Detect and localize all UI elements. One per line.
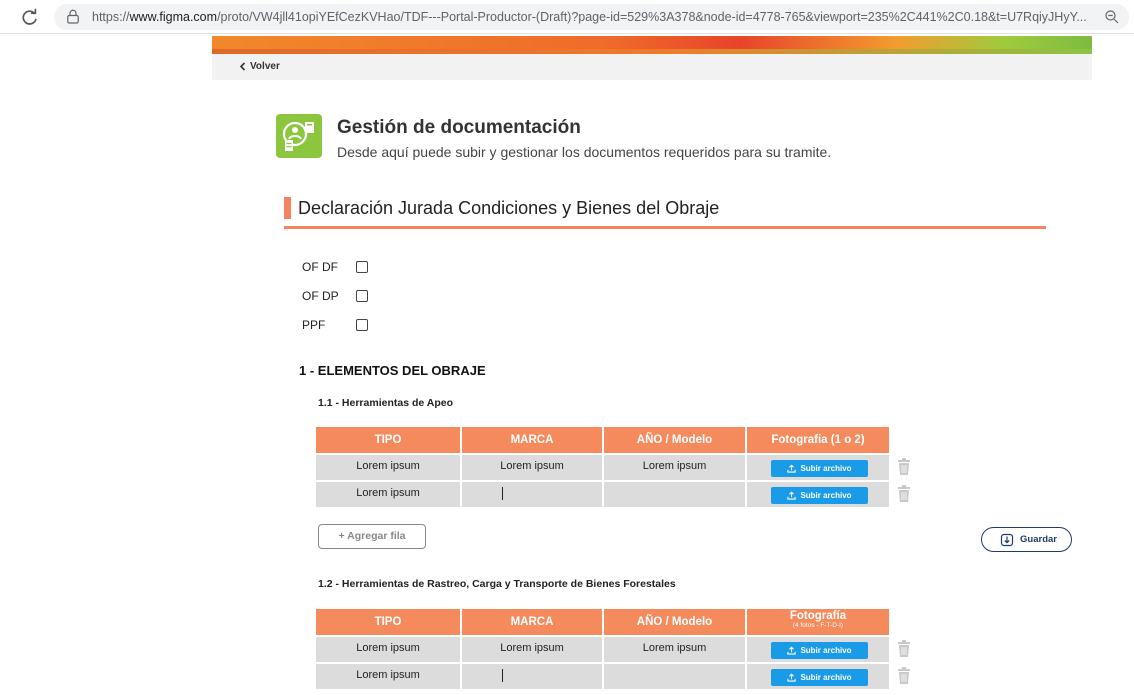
- cell-anio-modelo[interactable]: [604, 482, 745, 507]
- back-bar: Volver: [212, 54, 1092, 80]
- trash-icon[interactable]: [897, 667, 911, 685]
- table-header-row: TIPO MARCA AÑO / Modelo Fotografia (1 o …: [316, 427, 911, 453]
- cell-marca-input[interactable]: [462, 482, 602, 507]
- upload-file-button[interactable]: Subir archivo: [771, 460, 868, 477]
- cell-tipo[interactable]: Lorem ipsum: [316, 455, 460, 480]
- checkbox-label: PPF: [302, 318, 326, 332]
- checkbox-label: OF DP: [302, 289, 339, 303]
- table-row: Lorem ipsum Subir archivo: [316, 662, 911, 689]
- subsection-heading-1: 1.1 - Herramientas de Apeo: [318, 397, 453, 409]
- upload-file-button[interactable]: Subir archivo: [771, 669, 868, 686]
- back-link[interactable]: Volver: [239, 61, 280, 72]
- site-info-icon[interactable]: [64, 8, 82, 26]
- cell-foto: Subir archivo: [747, 455, 889, 480]
- brand-stripe: [212, 36, 1092, 54]
- cell-anio-modelo[interactable]: Lorem ipsum: [604, 637, 745, 662]
- tools-table-rastreo: TIPO MARCA AÑO / Modelo Fotografía (4 fo…: [316, 609, 911, 689]
- cell-tipo[interactable]: Lorem ipsum: [316, 664, 460, 689]
- add-row-button[interactable]: + Agregar fila: [318, 524, 426, 549]
- trash-icon[interactable]: [897, 458, 911, 476]
- trash-icon[interactable]: [897, 485, 911, 503]
- reload-icon[interactable]: [18, 6, 40, 28]
- checkbox-ppf[interactable]: [356, 319, 368, 331]
- cell-tipo[interactable]: Lorem ipsum: [316, 637, 460, 662]
- section-marker: [284, 197, 291, 219]
- upload-icon: [787, 491, 797, 500]
- cell-tipo[interactable]: Lorem ipsum: [316, 482, 460, 507]
- checkbox-row-ppf: PPF: [302, 318, 368, 332]
- column-header: MARCA: [462, 427, 602, 453]
- cell-marca[interactable]: Lorem ipsum: [462, 637, 602, 662]
- section-title: Declaración Jurada Condiciones y Bienes …: [298, 198, 720, 218]
- address-bar[interactable]: https://www.figma.com/proto/VW4jll41opiY…: [54, 4, 1129, 30]
- table-row: Lorem ipsum Lorem ipsum Lorem ipsum Subi…: [316, 635, 911, 662]
- upload-icon: [787, 646, 797, 655]
- back-label: Volver: [250, 61, 280, 72]
- upload-label: Subir archivo: [800, 673, 852, 682]
- checkbox-row-of-dp: OF DP: [302, 289, 368, 303]
- upload-label: Subir archivo: [800, 464, 852, 473]
- checkbox-of-dp[interactable]: [356, 290, 368, 302]
- page-title: Gestión de documentación: [337, 117, 581, 138]
- checkbox-row-of-df: OF DF: [302, 260, 368, 274]
- trash-icon[interactable]: [897, 640, 911, 658]
- checkbox-label: OF DF: [302, 260, 338, 274]
- cell-marca[interactable]: Lorem ipsum: [462, 455, 602, 480]
- tools-table-apeo: TIPO MARCA AÑO / Modelo Fotografia (1 o …: [316, 427, 911, 507]
- save-label: Guardar: [1020, 534, 1057, 545]
- column-header-photo: Fotografía (4 fotos - F-T-D-I): [747, 609, 889, 635]
- table-row: Lorem ipsum Lorem ipsum Lorem ipsum Subi…: [316, 453, 911, 480]
- column-header: TIPO: [316, 609, 460, 635]
- upload-label: Subir archivo: [800, 646, 852, 655]
- column-header: MARCA: [462, 609, 602, 635]
- upload-icon: [787, 673, 797, 682]
- table-header-row: TIPO MARCA AÑO / Modelo Fotografía (4 fo…: [316, 609, 911, 635]
- table-row: Lorem ipsum Subir archivo: [316, 480, 911, 507]
- zoom-icon[interactable]: [1103, 8, 1121, 26]
- elements-heading: 1 - ELEMENTOS DEL OBRAJE: [299, 363, 486, 378]
- column-header: Fotografía: [789, 610, 847, 622]
- cell-foto: Subir archivo: [747, 482, 889, 507]
- checkbox-of-df[interactable]: [356, 261, 368, 273]
- text-caret: [502, 669, 503, 682]
- url-path: /proto/VW4jll41opiYEfCezKVHao/TDF---Port…: [217, 10, 1087, 24]
- cell-marca-input[interactable]: [462, 664, 602, 689]
- upload-label: Subir archivo: [800, 491, 852, 500]
- chevron-left-icon: [239, 62, 246, 71]
- section-divider: [284, 226, 1046, 229]
- text-caret: [502, 487, 503, 500]
- photo-note: (4 fotos - F-T-D-I): [792, 622, 844, 629]
- documents-icon: [276, 114, 322, 158]
- upload-file-button[interactable]: Subir archivo: [771, 642, 868, 659]
- cell-foto: Subir archivo: [747, 664, 889, 689]
- url-prefix: https://: [92, 10, 130, 24]
- column-header: AÑO / Modelo: [604, 609, 745, 635]
- upload-file-button[interactable]: Subir archivo: [771, 487, 868, 504]
- column-header: Fotografia (1 o 2): [747, 427, 889, 453]
- column-header: AÑO / Modelo: [604, 427, 745, 453]
- page-subtitle: Desde aquí puede subir y gestionar los d…: [337, 144, 832, 160]
- save-button[interactable]: Guardar: [981, 527, 1072, 552]
- browser-toolbar: https://www.figma.com/proto/VW4jll41opiY…: [0, 0, 1134, 34]
- save-download-icon: [1000, 533, 1014, 546]
- cell-anio-modelo[interactable]: [604, 664, 745, 689]
- url-text: https://www.figma.com/proto/VW4jll41opiY…: [92, 10, 1092, 24]
- subsection-heading-2: 1.2 - Herramientas de Rastreo, Carga y T…: [318, 578, 676, 590]
- url-host: www.figma.com: [129, 10, 218, 24]
- upload-icon: [787, 464, 797, 473]
- column-header: TIPO: [316, 427, 460, 453]
- cell-foto: Subir archivo: [747, 637, 889, 662]
- cell-anio-modelo[interactable]: Lorem ipsum: [604, 455, 745, 480]
